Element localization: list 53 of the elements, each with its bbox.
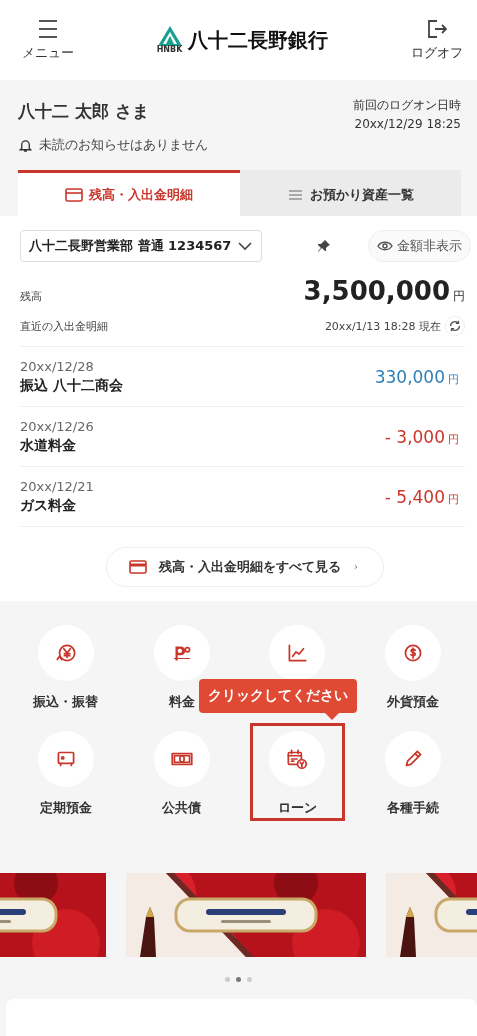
currency-unit: 円 [448,372,459,386]
view-all-button[interactable]: 残高・入出金明細をすべて見る [105,547,384,588]
tooltip-tail [325,713,339,721]
logout-icon [425,18,449,40]
menu-tile-label: 振込・振替 [33,693,99,712]
bank-name: 八十二長野銀行 [188,26,329,54]
list-icon [286,187,305,202]
transaction-amount: - 5,400 [384,486,445,507]
balance-label: 残高 [20,289,42,305]
eye-icon [377,240,393,253]
tab[interactable]: お預かり資産一覧 [239,170,461,217]
account-selector[interactable]: 八十二長野営業部 普通 1234567 [20,230,263,263]
logoff-button[interactable]: ログオフ [411,18,463,62]
logo-mark-text: HNBK [156,46,183,54]
menu-icon [36,18,60,40]
carousel-dot[interactable] [247,977,252,983]
menu-tile-label: 各種手続 [387,799,440,818]
tooltip: クリックしてください [199,679,357,714]
last-logon-label: 前回のログオン日時 [353,97,461,114]
as-of-time: 20xx/1/13 18:28 現在 [324,318,441,334]
transaction-description: ガス料金 [20,496,77,515]
menu-tile-label: 料金 [168,693,195,712]
transaction-amount: - 3,000 [384,426,445,447]
recent-label: 直近の入出金明細 [20,318,108,334]
carousel-dot[interactable] [225,977,230,983]
menu-tile-label: ローン [277,799,317,818]
transaction-date: 20xx/12/28 [20,358,95,374]
hide-amount-button[interactable]: 金額非表示 [368,230,471,263]
transaction-date: 20xx/12/21 [20,478,94,494]
menu-button[interactable]: メニュー [22,18,74,62]
mountain-logo-icon [157,26,182,46]
bell-icon [18,137,33,153]
currency-unit: 円 [448,432,459,446]
transaction-description: 振込 八十二商会 [20,376,123,395]
transaction-description: 水道料金 [20,436,77,455]
refresh-icon[interactable] [445,316,465,337]
menu-tile-label: 外貨預金 [387,693,440,712]
notice-text: 未読のお知らせはありません [39,136,208,155]
card-icon [64,187,83,202]
menu-tile-label: 定期預金 [39,799,92,818]
currency-unit: 円 [448,492,459,506]
last-logon-time: 20xx/12/29 18:25 [353,116,461,134]
card-icon [128,560,147,575]
balance-amount: 3,500,000 [303,276,450,307]
tab[interactable]: 残高・入出金明細 [18,170,240,217]
currency-unit: 円 [453,288,465,306]
user-name: 八十二 太郎 さま [18,100,149,123]
chevron-down-icon [237,240,254,253]
carousel-dot[interactable] [236,977,241,983]
menu-tile-label: 公共債 [162,799,202,818]
transaction-amount: 330,000 [374,366,445,387]
pin-icon[interactable] [317,239,332,254]
transaction-date: 20xx/12/26 [20,418,94,434]
